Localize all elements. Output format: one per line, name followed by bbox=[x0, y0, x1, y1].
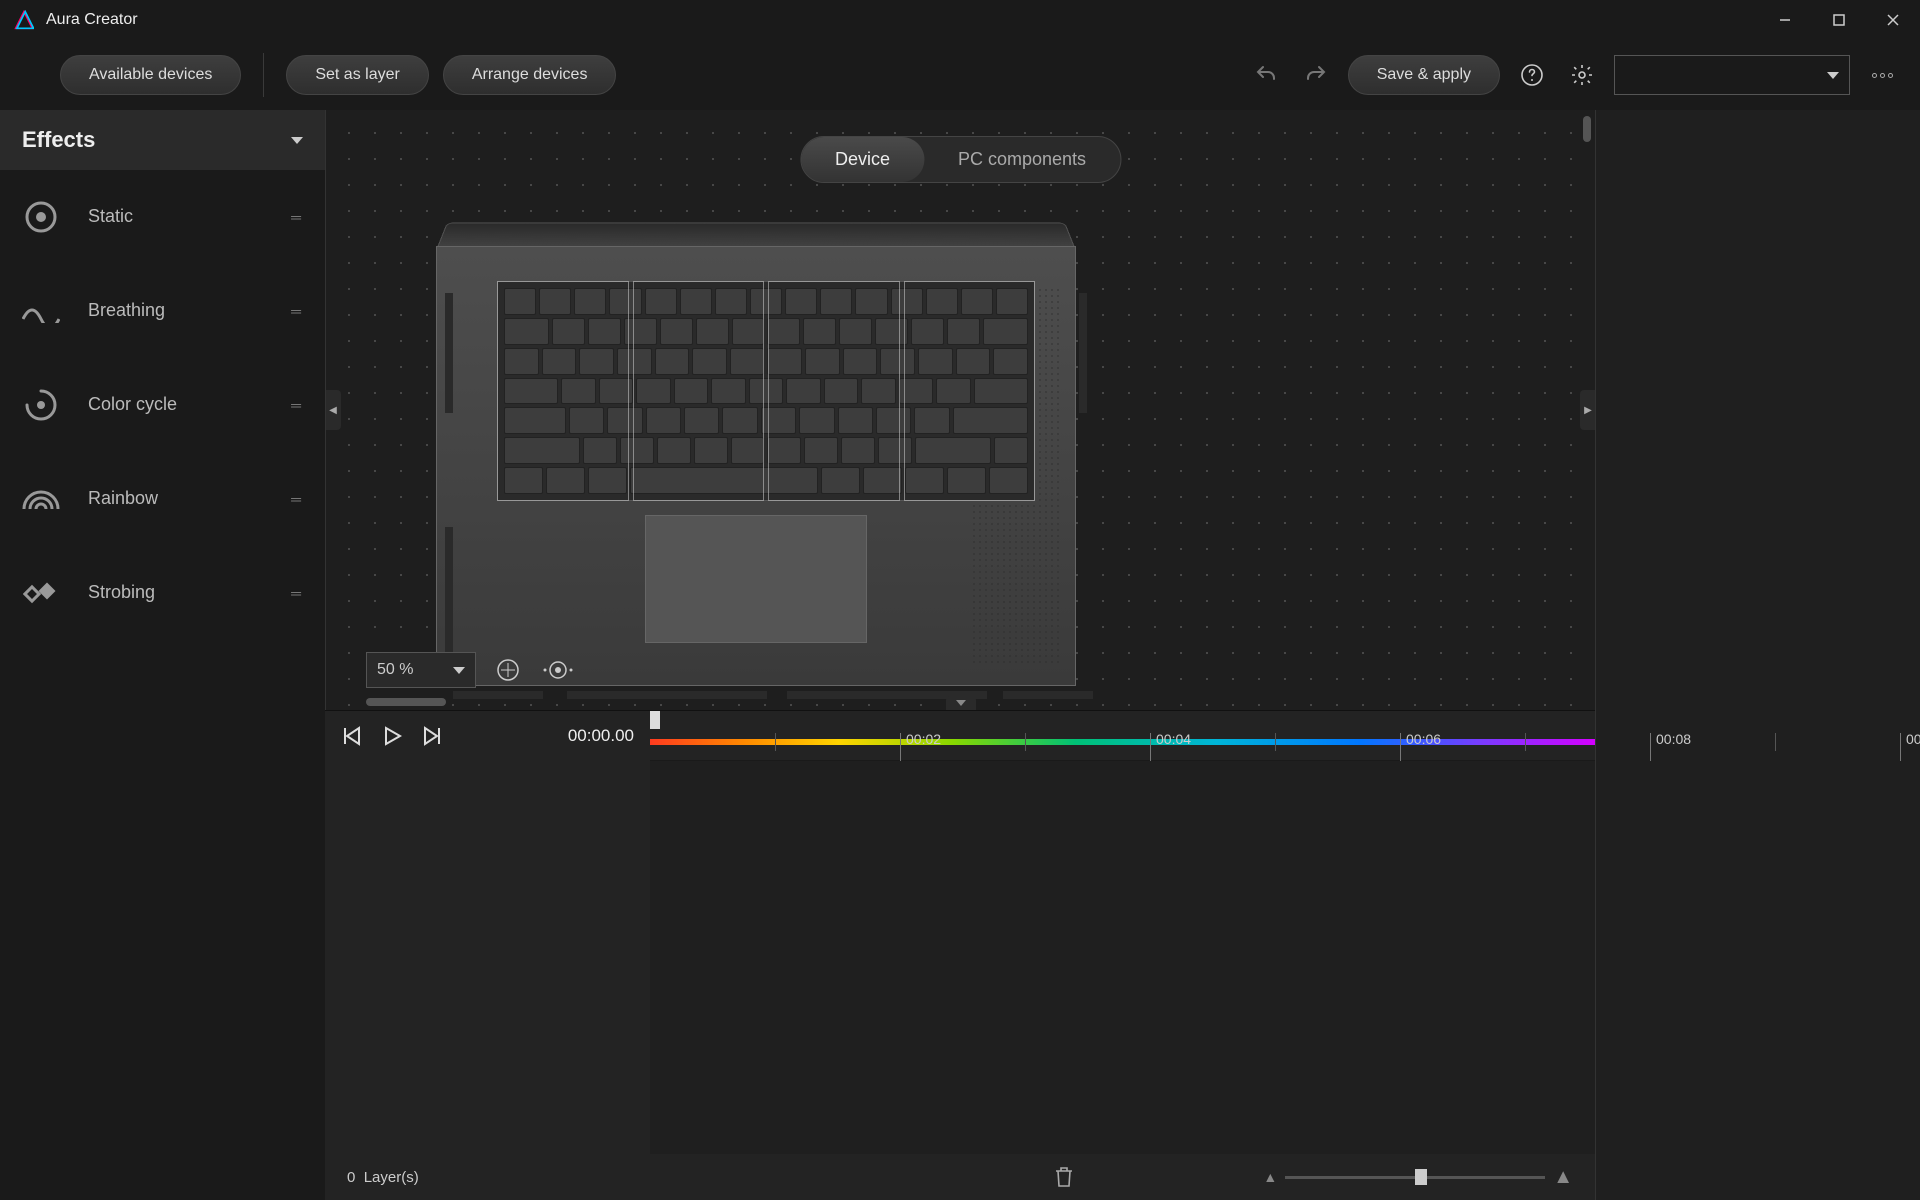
timeline-zoom-slider[interactable]: ▲ ▲ bbox=[1263, 1166, 1573, 1189]
separator bbox=[263, 53, 264, 97]
close-icon bbox=[1887, 14, 1899, 26]
color-cycle-icon bbox=[22, 386, 60, 424]
timeline-tick-label: 00:02 bbox=[906, 731, 941, 747]
static-icon bbox=[22, 198, 60, 236]
skip-end-button[interactable] bbox=[421, 725, 443, 747]
touchpad bbox=[645, 515, 867, 643]
settings-button[interactable] bbox=[1564, 57, 1600, 93]
timeline-layers-list bbox=[325, 761, 650, 1154]
drag-handle-icon[interactable]: ═ bbox=[291, 397, 303, 413]
toolbar: Available devices Set as layer Arrange d… bbox=[0, 40, 1920, 110]
effect-item-color-cycle[interactable]: Color cycle ═ bbox=[0, 358, 325, 452]
effect-label: Rainbow bbox=[88, 488, 158, 509]
drag-handle-icon[interactable]: ═ bbox=[291, 209, 303, 225]
effect-label: Color cycle bbox=[88, 394, 177, 415]
center-view-button[interactable] bbox=[540, 652, 576, 688]
gear-icon bbox=[1570, 63, 1594, 87]
keyboard-zones[interactable] bbox=[497, 281, 1035, 501]
effect-item-strobing[interactable]: Strobing ═ bbox=[0, 546, 325, 640]
effects-title: Effects bbox=[22, 127, 95, 153]
effect-label: Breathing bbox=[88, 300, 165, 321]
effect-item-breathing[interactable]: Breathing ═ bbox=[0, 264, 325, 358]
breathing-icon bbox=[22, 292, 60, 330]
properties-panel bbox=[1595, 110, 1920, 1200]
timecode: 00:00.00 bbox=[568, 726, 634, 746]
help-icon bbox=[1520, 63, 1544, 87]
view-tab-device[interactable]: Device bbox=[801, 137, 924, 182]
undo-icon bbox=[1254, 63, 1278, 87]
save-apply-button[interactable]: Save & apply bbox=[1348, 55, 1500, 95]
zoom-in-icon: ▲ bbox=[1553, 1166, 1573, 1189]
zoom-value: 50 % bbox=[377, 661, 413, 679]
minimize-icon bbox=[1779, 14, 1791, 26]
layers-count: 0 Layer(s) bbox=[347, 1169, 419, 1186]
redo-button[interactable] bbox=[1298, 57, 1334, 93]
effect-item-static[interactable]: Static ═ bbox=[0, 170, 325, 264]
delete-layer-button[interactable] bbox=[1053, 1165, 1075, 1189]
fit-screen-button[interactable] bbox=[490, 652, 526, 688]
timeline-tracks[interactable] bbox=[650, 761, 1595, 1154]
rainbow-icon bbox=[22, 480, 60, 518]
view-toggle: Device PC components bbox=[800, 136, 1121, 183]
chevron-down-icon bbox=[453, 667, 465, 674]
strobing-icon bbox=[22, 574, 60, 612]
play-button[interactable] bbox=[381, 725, 403, 747]
zoom-out-icon: ▲ bbox=[1263, 1169, 1277, 1185]
profile-dropdown[interactable] bbox=[1614, 55, 1850, 95]
set-as-layer-button[interactable]: Set as layer bbox=[286, 55, 428, 95]
device-canvas[interactable]: Device PC components ◀ ▶ bbox=[325, 110, 1595, 710]
app-title: Aura Creator bbox=[46, 11, 138, 29]
effects-header[interactable]: Effects bbox=[0, 110, 325, 170]
canvas-horizontal-scrollbar[interactable] bbox=[366, 698, 446, 706]
timeline-tick-label: 00:10 bbox=[1906, 731, 1920, 747]
chevron-down-icon bbox=[1827, 72, 1839, 79]
effect-label: Strobing bbox=[88, 582, 155, 603]
arrange-devices-button[interactable]: Arrange devices bbox=[443, 55, 617, 95]
timeline-tick-label: 00:04 bbox=[1156, 731, 1191, 747]
skip-start-button[interactable] bbox=[341, 725, 363, 747]
maximize-icon bbox=[1833, 14, 1845, 26]
help-button[interactable] bbox=[1514, 57, 1550, 93]
effects-sidebar: Effects Static ═ Breathing ═ Color cycle… bbox=[0, 110, 325, 1200]
collapse-right-panel-button[interactable]: ▶ bbox=[1580, 390, 1595, 430]
timeline-panel: 00:00.00 00:0200:0400:0600:0800:1000:12 … bbox=[325, 710, 1595, 1200]
effect-item-rainbow[interactable]: Rainbow ═ bbox=[0, 452, 325, 546]
chevron-down-icon bbox=[291, 137, 303, 144]
available-devices-button[interactable]: Available devices bbox=[60, 55, 241, 95]
redo-icon bbox=[1304, 63, 1328, 87]
timeline-ruler[interactable]: 00:0200:0400:0600:0800:1000:12 bbox=[650, 711, 1595, 761]
drag-handle-icon[interactable]: ═ bbox=[291, 491, 303, 507]
device-laptop[interactable] bbox=[436, 210, 1076, 660]
app-logo-icon bbox=[14, 10, 34, 30]
window-maximize-button[interactable] bbox=[1812, 0, 1866, 40]
more-icon bbox=[1872, 73, 1893, 78]
timeline-gradient bbox=[650, 739, 1595, 745]
window-close-button[interactable] bbox=[1866, 0, 1920, 40]
timeline-transport: 00:00.00 bbox=[325, 711, 650, 761]
undo-button[interactable] bbox=[1248, 57, 1284, 93]
effect-label: Static bbox=[88, 206, 133, 227]
playhead[interactable] bbox=[650, 711, 660, 729]
title-bar: Aura Creator bbox=[0, 0, 1920, 40]
zoom-dropdown[interactable]: 50 % bbox=[366, 652, 476, 688]
canvas-vertical-scrollbar[interactable] bbox=[1583, 116, 1591, 142]
fit-screen-icon bbox=[495, 657, 521, 683]
drag-handle-icon[interactable]: ═ bbox=[291, 303, 303, 319]
more-menu-button[interactable] bbox=[1864, 57, 1900, 93]
timeline-tick-label: 00:08 bbox=[1656, 731, 1691, 747]
view-tab-pc-components[interactable]: PC components bbox=[924, 137, 1120, 182]
collapse-left-panel-button[interactable]: ◀ bbox=[325, 390, 341, 430]
timeline-tick-label: 00:06 bbox=[1406, 731, 1441, 747]
canvas-expand-handle[interactable] bbox=[946, 696, 976, 710]
drag-handle-icon[interactable]: ═ bbox=[291, 585, 303, 601]
target-icon bbox=[543, 657, 573, 683]
window-minimize-button[interactable] bbox=[1758, 0, 1812, 40]
